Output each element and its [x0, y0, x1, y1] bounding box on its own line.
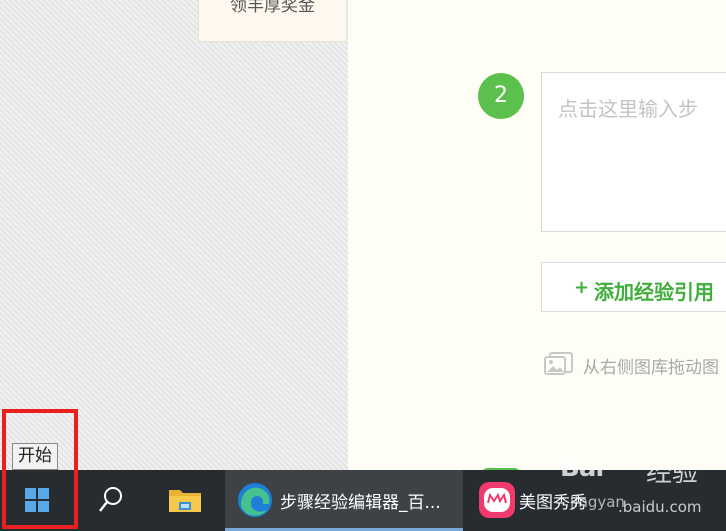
image-drag-hint-text: 从右侧图库拖动图 — [583, 358, 719, 378]
step-number-badge: 2 — [478, 73, 524, 119]
file-explorer-icon — [169, 490, 201, 512]
add-reference-button[interactable]: + 添加经验引用 — [541, 262, 726, 312]
step-description-input[interactable]: 点击这里输入步 — [541, 72, 726, 232]
reward-card[interactable]: 领丰厚奖金 — [198, 0, 347, 42]
baidu-jingyan-watermark: Bai 经验 jingyan .baidu.com — [560, 448, 726, 531]
watermark-logo-sub: 经验 — [646, 458, 699, 488]
watermark-logo: Bai — [560, 453, 604, 483]
edge-taskbar-button[interactable]: 步骤经验编辑器_百... — [225, 470, 463, 531]
watermark-domain: .baidu.com — [618, 498, 702, 516]
search-button[interactable] — [77, 470, 147, 531]
editor-panel — [348, 0, 726, 470]
search-icon — [99, 487, 122, 512]
meitu-app-icon — [479, 482, 515, 518]
image-icon — [544, 352, 573, 375]
file-explorer-button[interactable] — [147, 470, 225, 531]
desktop-background — [0, 0, 348, 470]
edge-window-title: 步骤经验编辑器_百... — [280, 493, 441, 513]
watermark-domain-prefix: jingyan — [570, 493, 625, 511]
highlight-box — [2, 409, 78, 529]
reward-card-text: 领丰厚奖金 — [230, 0, 315, 16]
plus-icon: + — [574, 277, 590, 298]
step-input-placeholder: 点击这里输入步 — [558, 97, 698, 121]
edge-browser-icon — [238, 483, 272, 517]
add-reference-label: 添加经验引用 — [594, 280, 714, 304]
